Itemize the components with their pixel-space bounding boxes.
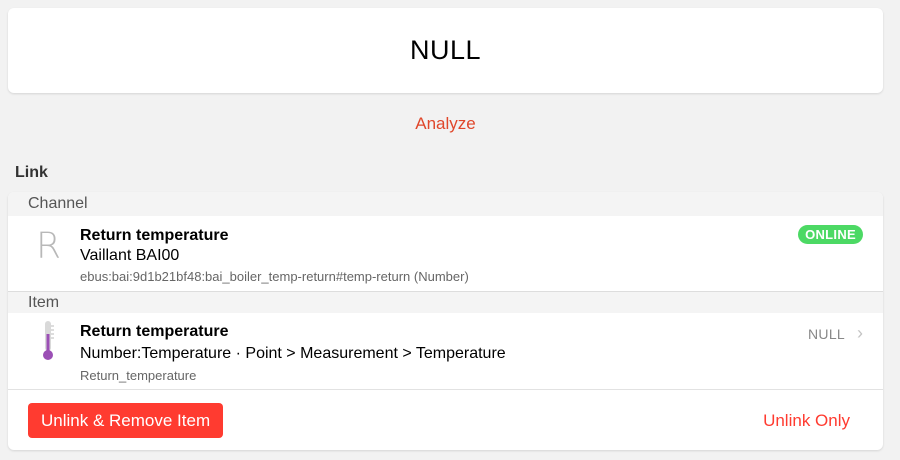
analyze-link[interactable]: Analyze [0, 114, 891, 134]
channel-row[interactable]: R Return temperature Vaillant BAI00 ebus… [8, 216, 883, 291]
item-state: NULL [808, 326, 845, 342]
state-value: NULL [409, 35, 482, 65]
item-row[interactable]: Return temperature Number:Temperature · … [8, 313, 883, 390]
channel-uid: ebus:bai:9d1b21bf48:bai_boiler_temp-retu… [80, 269, 469, 284]
thermometer-icon [41, 320, 55, 367]
item-name: Return_temperature [80, 368, 197, 383]
item-group-header: Item [8, 291, 883, 313]
channel-letter-icon: R [36, 226, 62, 267]
item-title: Return temperature [80, 323, 229, 340]
channel-title: Return temperature [80, 227, 229, 244]
item-type-info: Number:Temperature · Point > Measurement… [80, 345, 506, 362]
section-title-link: Link [15, 164, 48, 181]
channel-group-header: Channel [8, 192, 883, 216]
state-card: NULL [8, 8, 883, 93]
link-card: Channel R Return temperature Vaillant BA… [8, 192, 883, 450]
unlink-remove-button[interactable]: Unlink & Remove Item [28, 403, 224, 438]
status-badge: ONLINE [798, 225, 863, 244]
chevron-right-icon: › [857, 323, 863, 343]
channel-thing: Vaillant BAI00 [80, 247, 180, 264]
unlink-only-button[interactable]: Unlink Only [763, 411, 850, 431]
